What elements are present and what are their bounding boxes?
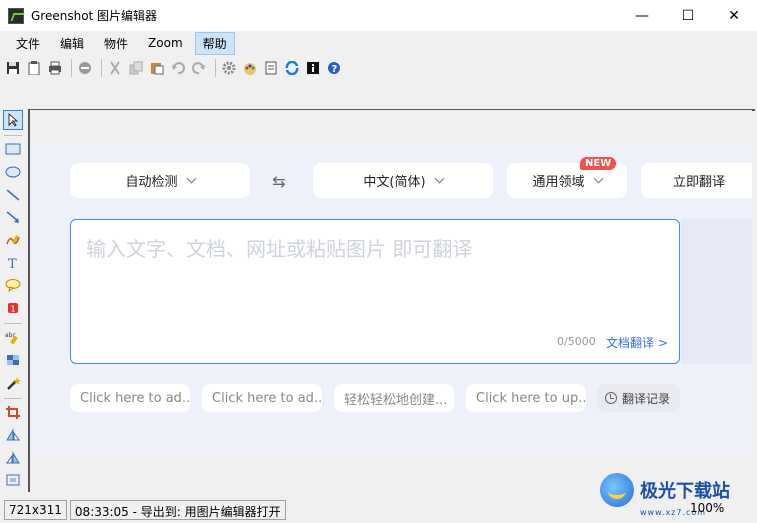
rotate-left-icon[interactable]	[3, 425, 23, 445]
watermark-text: 极光下载站	[640, 481, 730, 502]
counter-tool-icon[interactable]: 1	[3, 298, 23, 318]
refresh-icon[interactable]	[283, 59, 301, 77]
chevron-down-icon	[186, 173, 196, 184]
info-icon[interactable]	[304, 59, 322, 77]
freehand-tool-icon[interactable]	[3, 230, 23, 250]
svg-text:?: ?	[332, 64, 338, 75]
watermark-logo-icon	[600, 473, 634, 507]
save-icon[interactable]	[4, 59, 22, 77]
char-count: 0/5000	[557, 335, 596, 348]
file-icon[interactable]	[262, 59, 280, 77]
menu-object[interactable]: 物件	[96, 32, 136, 55]
help-icon[interactable]: ?	[325, 59, 343, 77]
translation-input[interactable]: 输入文字、文档、网址或粘贴图片 即可翻译 0/5000 文档翻译 >	[70, 219, 680, 364]
cut-icon[interactable]	[106, 59, 124, 77]
obfuscate-tool-icon[interactable]	[3, 350, 23, 370]
line-tool-icon[interactable]	[3, 185, 23, 205]
resize-icon[interactable]	[3, 470, 23, 490]
tool-separator	[4, 322, 22, 324]
menu-file[interactable]: 文件	[8, 32, 48, 55]
tool-strip: T 1 abc	[0, 108, 26, 493]
translate-now-label: 立即翻译	[673, 175, 726, 190]
speechbubble-tool-icon[interactable]	[3, 275, 23, 295]
menu-bar: 文件 编辑 物件 Zoom 帮助	[0, 31, 757, 55]
toolbar: ?	[0, 56, 757, 80]
crop-tool-icon[interactable]	[3, 402, 23, 422]
input-placeholder: 输入文字、文档、网址或粘贴图片 即可翻译	[86, 237, 473, 261]
suggestion-chip[interactable]: Click here to ad...	[202, 384, 322, 412]
select-tool-icon[interactable]	[3, 110, 23, 130]
maximize-button[interactable]: ☐	[665, 0, 711, 31]
target-language-select[interactable]: 中文(简体)	[313, 163, 493, 198]
print-icon[interactable]	[46, 59, 64, 77]
image-size: 721x311	[4, 500, 67, 520]
suggestion-chip[interactable]: Click here to ad...	[70, 384, 190, 412]
ellipse-tool-icon[interactable]	[3, 162, 23, 182]
minimize-button[interactable]: —	[619, 0, 665, 31]
window-controls: — ☐ ✕	[619, 0, 757, 31]
target-language-label: 中文(简体)	[363, 175, 426, 190]
arrow-tool-icon[interactable]	[3, 208, 23, 228]
text-tool-icon[interactable]: T	[3, 253, 23, 273]
menu-zoom[interactable]: Zoom	[140, 33, 191, 53]
delete-icon[interactable]	[76, 59, 94, 77]
window-title: Greenshot 图片编辑器	[31, 9, 158, 23]
suggestion-chip[interactable]: 轻松轻松地创建...	[334, 384, 454, 412]
rotate-right-icon[interactable]	[3, 448, 23, 468]
undo-icon[interactable]	[169, 59, 187, 77]
clock-icon	[605, 392, 617, 404]
greenshot-app-icon	[8, 7, 24, 24]
history-label: 翻译记录	[622, 391, 671, 406]
watermark: 极光下载站	[600, 470, 757, 510]
toolbar-separator	[215, 59, 216, 77]
tool-separator	[4, 134, 22, 136]
translate-now-button[interactable]: 立即翻译	[641, 163, 752, 198]
toolbar-separator	[71, 59, 72, 77]
highlight-tool-icon[interactable]: abc	[3, 328, 23, 348]
suggestion-chip[interactable]: Click here to up...	[466, 384, 586, 412]
paste-icon[interactable]	[148, 59, 166, 77]
swap-language-icon[interactable]: ⇆	[268, 172, 290, 191]
rectangle-tool-icon[interactable]	[3, 140, 23, 160]
menu-edit[interactable]: 编辑	[52, 32, 92, 55]
screenshot-top-strip	[30, 110, 752, 142]
chevron-down-icon	[434, 173, 445, 184]
magic-tool-icon[interactable]	[3, 373, 23, 393]
copy-icon[interactable]	[127, 59, 145, 77]
redo-icon[interactable]	[190, 59, 208, 77]
domain-label: 通用领域	[532, 175, 585, 190]
source-language-select[interactable]: 自动检测	[70, 163, 250, 198]
zoom-level: 100%	[690, 501, 725, 515]
menu-help[interactable]: 帮助	[194, 31, 235, 55]
clipboard-icon[interactable]	[25, 59, 43, 77]
close-button[interactable]: ✕	[711, 0, 757, 31]
settings-icon[interactable]	[220, 59, 238, 77]
svg-text:1: 1	[11, 304, 16, 313]
status-message: 08:33:05 - 导出到: 用图片编辑器打开	[69, 500, 286, 520]
new-badge: NEW	[580, 157, 617, 170]
paint-icon[interactable]	[241, 59, 259, 77]
output-panel	[681, 219, 752, 364]
translation-history-button[interactable]: 翻译记录	[597, 384, 680, 412]
toolbar-separator	[101, 59, 102, 77]
title-bar: Greenshot 图片编辑器 — ☐ ✕	[0, 0, 757, 31]
chevron-down-icon	[593, 173, 603, 184]
tool-separator	[4, 397, 22, 399]
svg-text:T: T	[8, 257, 17, 270]
document-translate-link[interactable]: 文档翻译 >	[606, 334, 668, 351]
source-language-label: 自动检测	[125, 175, 178, 190]
